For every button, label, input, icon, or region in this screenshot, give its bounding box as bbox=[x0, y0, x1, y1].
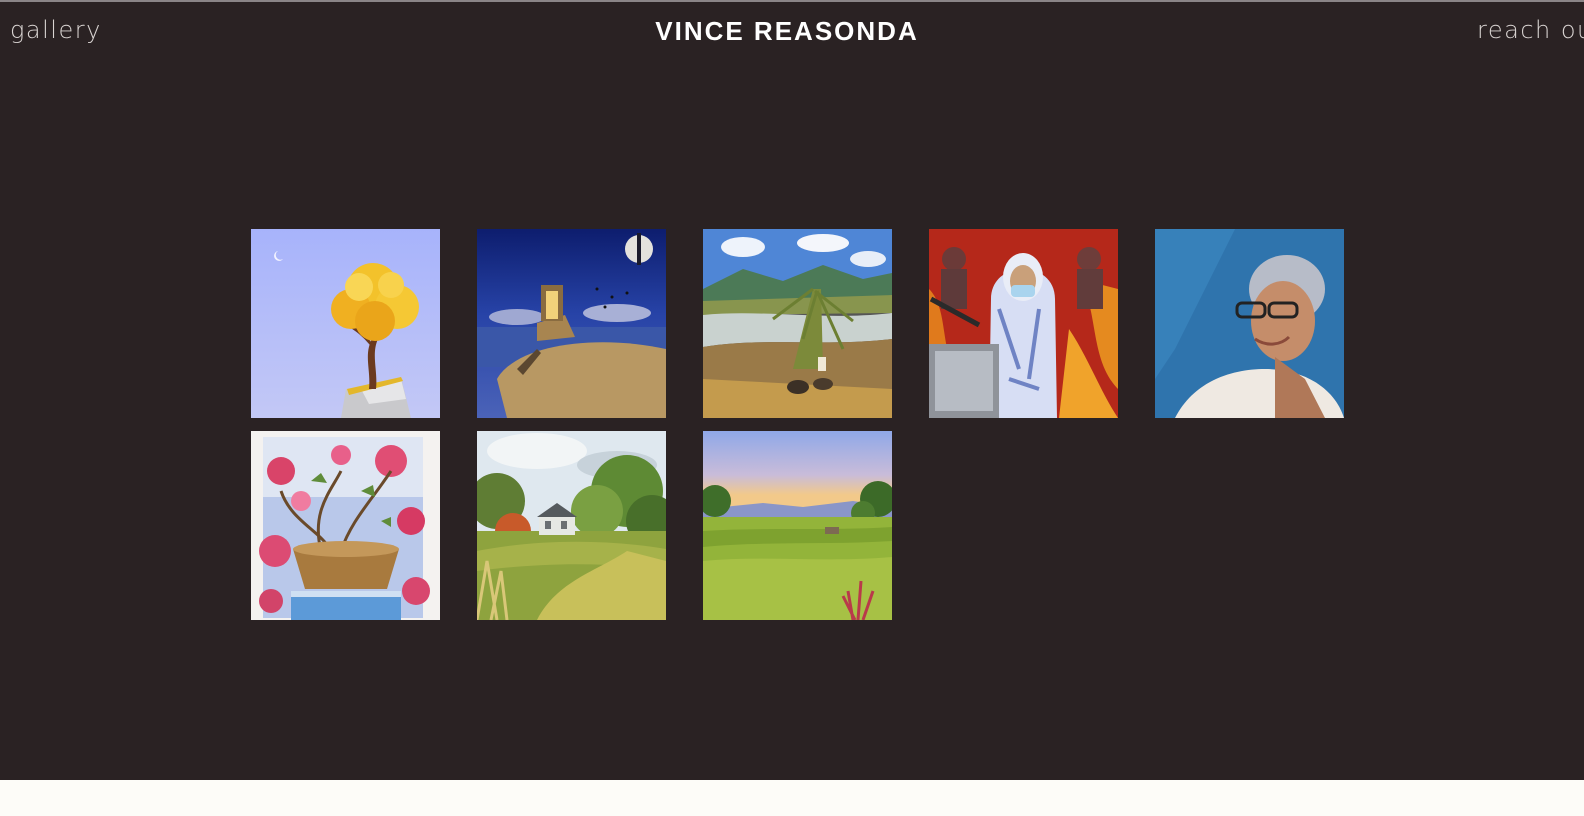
gallery-tile-house-field[interactable] bbox=[477, 431, 666, 620]
page-footer-strip bbox=[0, 780, 1584, 816]
bougainvillea-painting-image bbox=[251, 431, 440, 620]
gallery-tile-health-worker[interactable] bbox=[929, 229, 1118, 418]
gallery-tile-golden-tree[interactable] bbox=[251, 229, 440, 418]
gallery-tile-riverbank[interactable] bbox=[703, 229, 892, 418]
site-title[interactable]: VINCE REASONDA bbox=[0, 16, 1574, 47]
surreal-doorway-painting-image bbox=[477, 229, 666, 418]
gallery-grid bbox=[251, 229, 1344, 620]
health-worker-painting-image bbox=[929, 229, 1118, 418]
riverbank-painting-image bbox=[703, 229, 892, 418]
gallery-tile-rice-field[interactable] bbox=[703, 431, 892, 620]
gallery-tile-bougainvillea[interactable] bbox=[251, 431, 440, 620]
gallery-tile-portrait[interactable] bbox=[1155, 229, 1344, 418]
rice-field-painting-image bbox=[703, 431, 892, 620]
golden-tree-painting-image bbox=[251, 229, 440, 418]
elderly-woman-portrait-image bbox=[1155, 229, 1344, 418]
house-field-painting-image bbox=[477, 431, 666, 620]
site-page: gallery VINCE REASONDA reach out bbox=[0, 0, 1584, 780]
nav-reach-out-link[interactable]: reach out bbox=[1477, 16, 1584, 44]
gallery-tile-surreal-doorway[interactable] bbox=[477, 229, 666, 418]
